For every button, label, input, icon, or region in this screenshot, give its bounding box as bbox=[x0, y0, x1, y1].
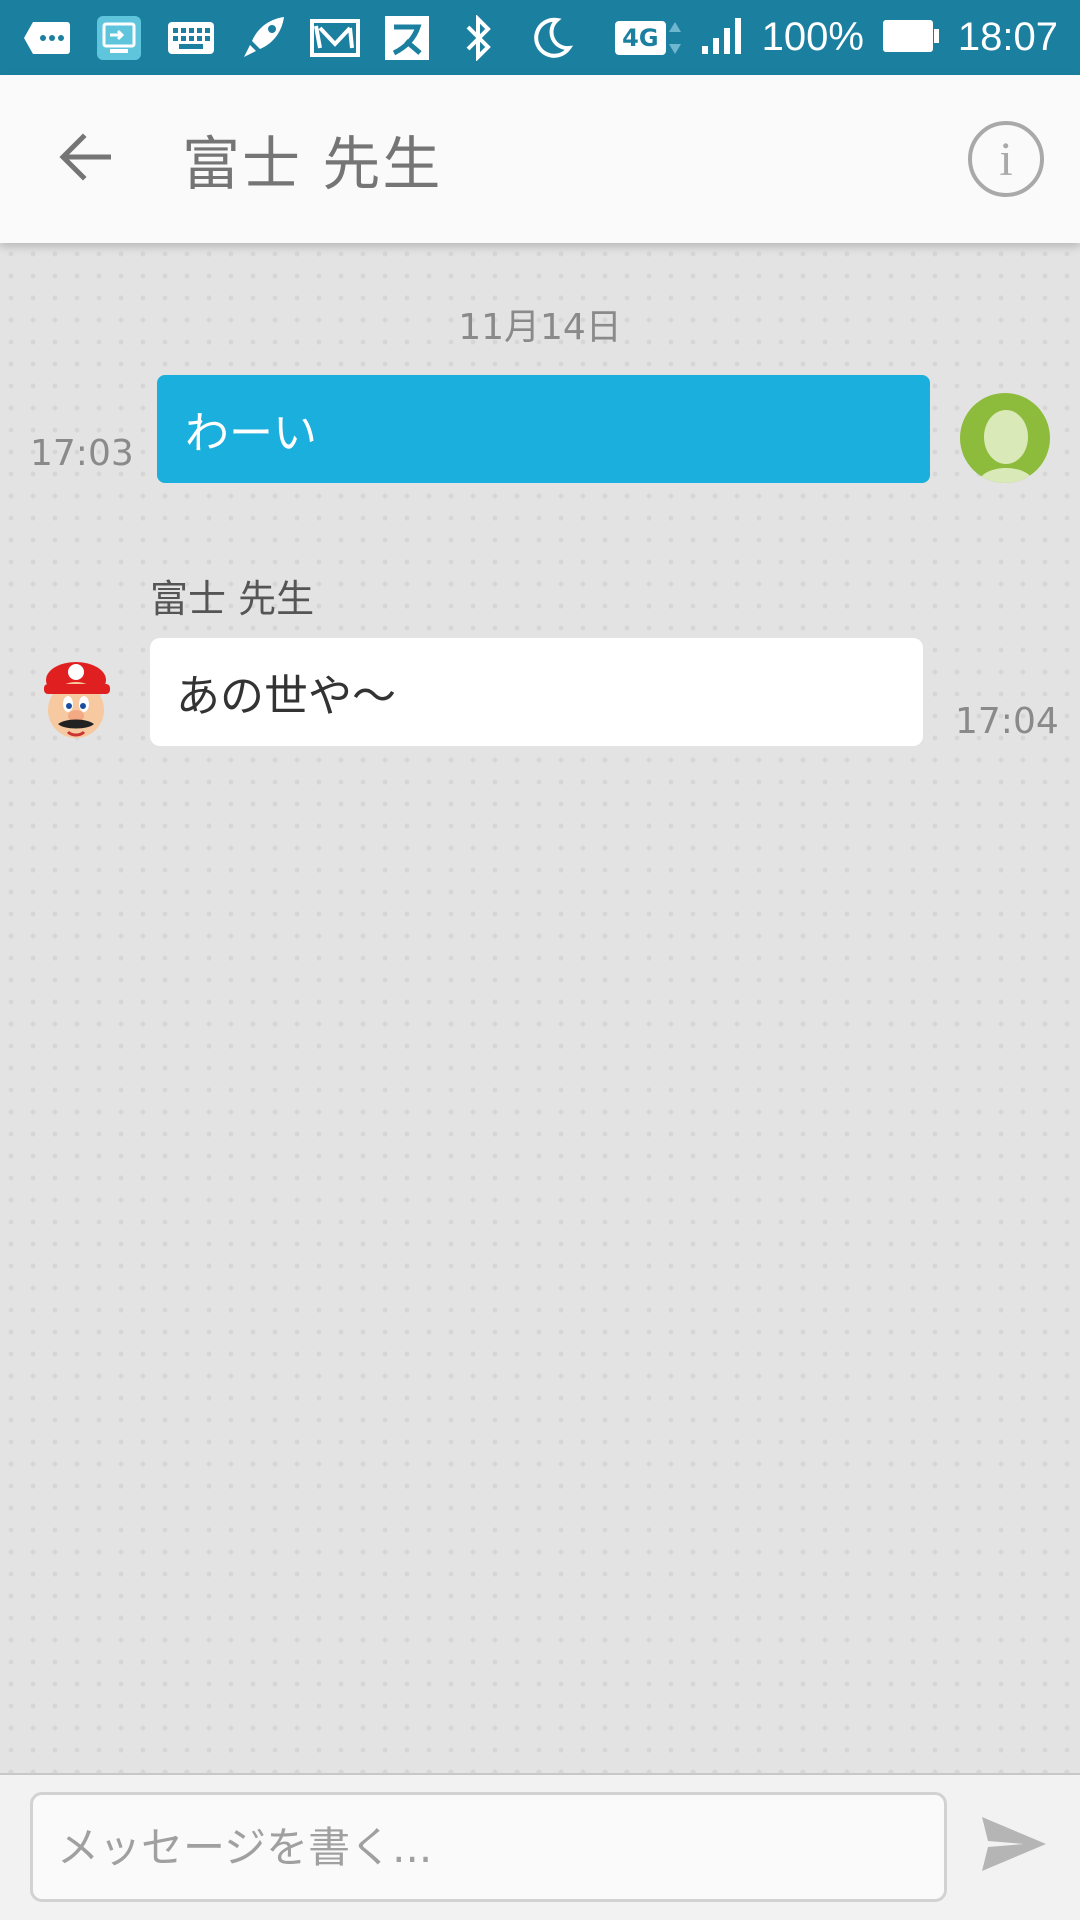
battery-percent: 100% bbox=[761, 15, 864, 59]
message-input[interactable] bbox=[30, 1792, 947, 1902]
mail-icon bbox=[310, 13, 360, 63]
arrow-left-icon bbox=[59, 133, 112, 185]
send-icon bbox=[980, 1815, 1048, 1877]
app-bar: 富士 先生 i bbox=[0, 75, 1080, 243]
battery-icon bbox=[882, 19, 940, 57]
signal-icon bbox=[700, 16, 744, 60]
self-avatar-icon[interactable] bbox=[960, 393, 1050, 483]
message-text: あの世や〜 bbox=[176, 671, 396, 722]
incoming-message-bubble[interactable]: あの世や〜 bbox=[150, 638, 923, 746]
moon-icon bbox=[526, 13, 576, 63]
send-button[interactable] bbox=[978, 1813, 1050, 1879]
app-su-icon bbox=[382, 13, 432, 63]
outgoing-message-bubble[interactable]: わーい bbox=[157, 375, 930, 483]
keyboard-icon bbox=[166, 13, 216, 63]
page-title: 富士 先生 bbox=[182, 130, 443, 198]
rocket-icon bbox=[238, 13, 288, 63]
sender-name: 富士 先生 bbox=[150, 577, 315, 621]
message-time: 17:04 bbox=[955, 701, 1059, 742]
status-bar: 4G 100% 18:07 bbox=[0, 0, 1080, 75]
cast-icon bbox=[94, 13, 144, 63]
clock: 18:07 bbox=[957, 15, 1058, 59]
info-button[interactable]: i bbox=[968, 121, 1044, 197]
info-icon: i bbox=[999, 132, 1013, 186]
message-time: 17:03 bbox=[30, 433, 134, 474]
bluetooth-icon bbox=[454, 13, 504, 63]
network-4g-icon: 4G bbox=[615, 18, 681, 58]
back-button[interactable] bbox=[50, 124, 120, 194]
date-separator: 11月14日 bbox=[458, 307, 622, 348]
message-composer bbox=[0, 1773, 1080, 1920]
contact-avatar-icon[interactable] bbox=[36, 658, 118, 748]
message-text: わーい bbox=[185, 408, 317, 459]
more-icon bbox=[22, 13, 72, 63]
chat-area[interactable]: 11月14日 17:03 わーい 富士 先生 あの世や〜 17:04 bbox=[0, 243, 1080, 1773]
